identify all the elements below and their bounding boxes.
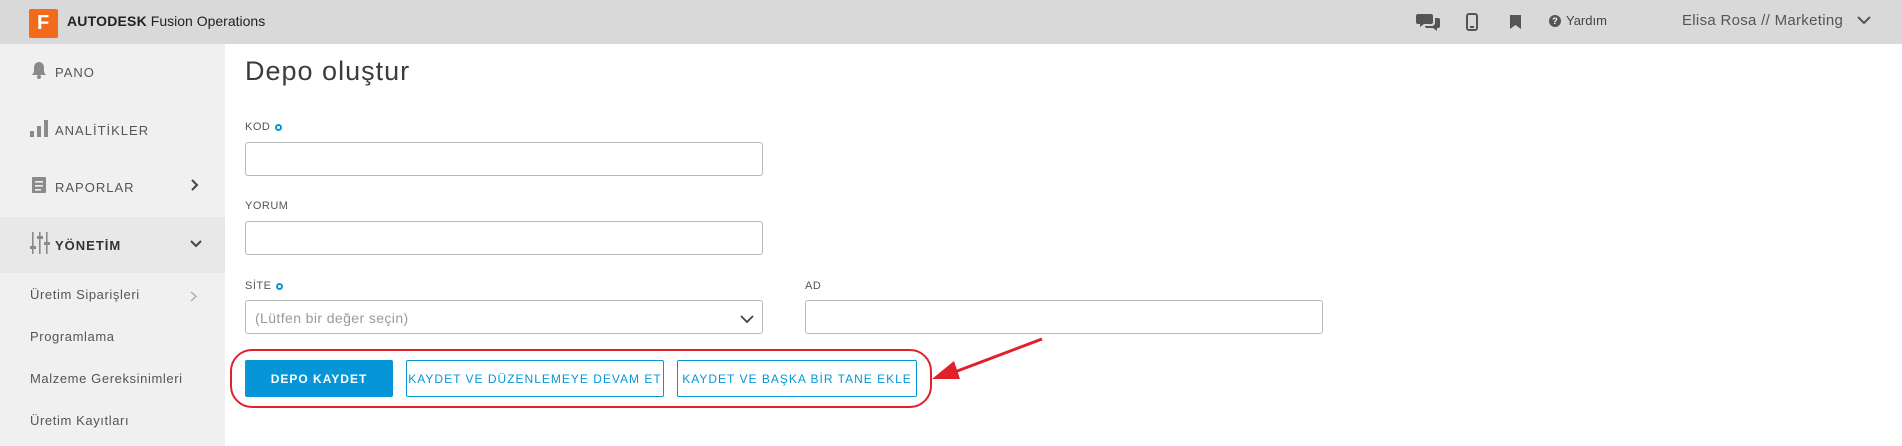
top-bar: F AUTODESK Fusion Operations ? Yardım El… (0, 0, 1902, 44)
help-link[interactable]: ? Yardım (1549, 13, 1607, 28)
required-icon (276, 282, 284, 290)
sidebar-item-label: YÖNETİM (55, 237, 122, 253)
sidebar-item-analitikler[interactable]: ANALİTİKLER (0, 102, 225, 158)
ad-input[interactable] (805, 300, 1323, 334)
sidebar-subitem-uretim-siparisleri[interactable]: Üretim Siparişleri (30, 287, 140, 302)
chevron-down-icon (190, 236, 202, 254)
fusion-logo-icon[interactable]: F (29, 9, 58, 38)
help-label: Yardım (1566, 13, 1607, 28)
kod-input[interactable] (245, 142, 763, 176)
logo-letter: F (37, 12, 50, 34)
bell-icon (30, 61, 48, 84)
sidebar-item-label: RAPORLAR (55, 179, 135, 195)
brand-name: AUTODESK Fusion Operations (67, 13, 265, 29)
sidebar-item-pano[interactable]: PANO (0, 44, 225, 100)
help-icon: ? (1549, 14, 1561, 27)
kod-label: KOD (245, 121, 283, 133)
report-icon (30, 176, 48, 199)
sidebar: PANO ANALİTİKLER RAPORLAR YÖNETİM Üretim… (0, 44, 225, 446)
site-label-text: SİTE (245, 280, 272, 292)
sidebar-subitem-uretim-kayitlari[interactable]: Üretim Kayıtları (30, 413, 129, 428)
site-label: SİTE (245, 280, 284, 292)
sidebar-item-raporlar[interactable]: RAPORLAR (0, 159, 225, 215)
sidebar-item-label: PANO (55, 64, 95, 80)
page-title: Depo oluştur (245, 56, 411, 86)
yorum-label: YORUM (245, 200, 288, 212)
sidebar-item-label: ANALİTİKLER (55, 122, 150, 138)
ad-label-text: AD (805, 280, 822, 292)
chevron-down-icon[interactable] (1857, 13, 1871, 32)
sidebar-item-yonetim[interactable]: YÖNETİM (0, 217, 225, 273)
site-select[interactable]: (Lütfen bir değer seçin) (245, 300, 763, 334)
user-menu[interactable]: Elisa Rosa // Marketing (1682, 12, 1843, 29)
chevron-right-icon (190, 178, 200, 196)
ad-label: AD (805, 280, 821, 292)
sidebar-subitem-malzeme-gereksinimleri[interactable]: Malzeme Gereksinimleri (30, 371, 183, 386)
yorum-input[interactable] (245, 221, 763, 255)
chevron-right-icon (190, 289, 198, 307)
sidebar-subitem-programlama[interactable]: Programlama (30, 329, 115, 344)
annotation-arrow-icon (932, 337, 1043, 379)
chat-icon[interactable] (1415, 10, 1441, 34)
kod-label-text: KOD (245, 121, 271, 133)
yorum-label-text: YORUM (245, 200, 289, 212)
site-select-placeholder: (Lütfen bir değer seçin) (255, 310, 409, 326)
brand-rest: Fusion Operations (146, 13, 266, 29)
mobile-icon[interactable] (1464, 10, 1480, 34)
sliders-icon (30, 231, 50, 259)
required-icon (275, 123, 283, 131)
bar-chart-icon (30, 119, 48, 142)
annotation-highlight (230, 349, 932, 408)
chevron-down-icon (740, 311, 754, 329)
bookmark-icon[interactable] (1508, 10, 1522, 34)
brand-bold: AUTODESK (67, 13, 147, 29)
